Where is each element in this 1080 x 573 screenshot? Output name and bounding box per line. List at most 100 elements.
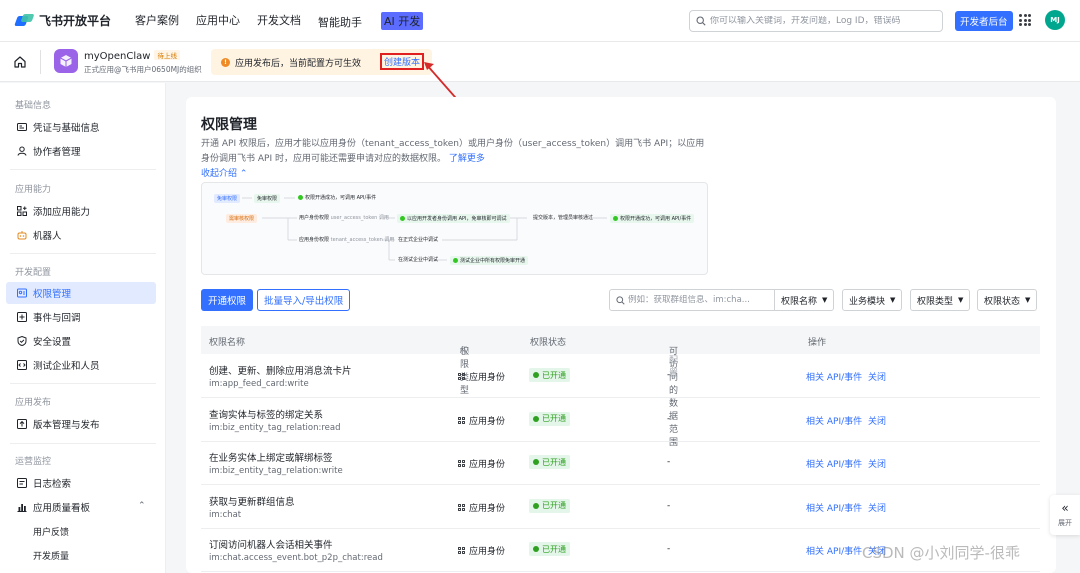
warning-icon: ! bbox=[221, 57, 230, 67]
filter-business-module[interactable]: 业务模块 ▼ bbox=[842, 289, 903, 311]
flow-tag-review: 需审核权限 bbox=[226, 214, 258, 223]
sidebar-item-label: 凭证与基础信息 bbox=[33, 123, 100, 134]
batch-import-export-button[interactable]: 批量导入/导出权限 bbox=[257, 289, 351, 311]
permission-type-text: 应用身份 bbox=[469, 373, 506, 383]
page-description: 开通 API 权限后，应用才能以应用身份（tenant_access_token… bbox=[201, 137, 711, 167]
check-circle-icon bbox=[533, 546, 539, 553]
learn-more-link[interactable]: 了解更多 bbox=[449, 154, 485, 164]
table-row: 在业务实体上绑定或解绑标签 im:biz_entity_tag_relation:… bbox=[201, 441, 1040, 486]
app-grid-icon[interactable] bbox=[1019, 14, 1031, 26]
sidebar-item-logs[interactable]: 日志检索 bbox=[6, 472, 156, 494]
filter-permission-type[interactable]: 权限类型 ▼ bbox=[910, 289, 971, 311]
sidebar-item-collaborators[interactable]: 协作者管理 bbox=[6, 140, 156, 162]
status-text: 已开通 bbox=[542, 544, 566, 554]
table-row: 创建、更新、删除应用消息流卡片 im:app_feed_card:write 应用身… bbox=[201, 354, 1040, 398]
publish-notice: ! 应用发布后，当前配置方可生效 创建版本 bbox=[211, 49, 432, 75]
app-org: 正式应用@飞书用户0650MJ的组织 bbox=[84, 65, 202, 74]
nav-link-assistant[interactable]: 智能助手 AI 开发 bbox=[318, 11, 440, 30]
sidebar-item-credentials[interactable]: 凭证与基础信息 bbox=[6, 116, 156, 138]
nav-link-app-center[interactable]: 应用中心 bbox=[196, 12, 240, 30]
expand-label: 展开 bbox=[1058, 519, 1072, 527]
sidebar-item-permissions[interactable]: 权限管理 bbox=[6, 282, 156, 304]
status-text: 已开通 bbox=[542, 501, 566, 511]
data-scope: - bbox=[667, 544, 671, 555]
sidebar-item-versions[interactable]: 版本管理与发布 bbox=[6, 413, 156, 435]
data-scope: - bbox=[667, 500, 671, 511]
sidebar-item-label: 添加应用能力 bbox=[33, 207, 91, 218]
divider bbox=[40, 50, 41, 74]
home-icon[interactable] bbox=[12, 54, 28, 70]
related-api-link[interactable]: 相关 API/事件 bbox=[806, 457, 862, 470]
nav-links: 客户案例 应用中心 开发文档 智能助手 AI 开发 bbox=[135, 11, 457, 30]
related-api-link[interactable]: 相关 API/事件 bbox=[806, 370, 862, 383]
permission-type: 应用身份 bbox=[458, 414, 505, 427]
flow-app-scope-text: 应用身份权限 bbox=[299, 237, 330, 243]
sidebar-item-bot[interactable]: 机器人 bbox=[6, 224, 156, 246]
flow-submit: 提交版本，管理员审核通过 bbox=[533, 215, 594, 221]
chevron-up-icon[interactable]: ⌃ bbox=[138, 501, 146, 511]
flow-user-scope-text: 用户身份权限 bbox=[299, 215, 330, 221]
flow-user-token: user_access_token 调用 bbox=[330, 215, 389, 221]
related-api-link[interactable]: 相关 API/事件 bbox=[806, 501, 862, 514]
create-version-link[interactable]: 创建版本 bbox=[380, 53, 425, 70]
expand-panel-button[interactable]: « 展开 bbox=[1050, 495, 1080, 535]
sidebar-subitem-dev-quality[interactable]: 开发质量 bbox=[33, 549, 69, 562]
feishu-logo-icon bbox=[14, 13, 35, 28]
global-search[interactable] bbox=[689, 10, 943, 32]
sidebar-subitem-feedback[interactable]: 用户反馈 bbox=[33, 525, 69, 538]
permission-code: im:biz_entity_tag_relation:read bbox=[209, 422, 341, 433]
status-text: 已开通 bbox=[542, 370, 566, 380]
status-badge: 已开通 bbox=[529, 455, 570, 470]
collapse-intro-toggle[interactable]: 收起介绍 ⌃ bbox=[201, 166, 247, 179]
close-permission-link[interactable]: 关闭 bbox=[868, 457, 886, 470]
double-chevron-left-icon: « bbox=[1061, 501, 1069, 515]
app-identity-icon bbox=[458, 460, 465, 468]
permission-search-input[interactable] bbox=[628, 295, 768, 305]
filter-permission-status[interactable]: 权限状态 ▼ bbox=[977, 289, 1038, 311]
nav-link-cases[interactable]: 客户案例 bbox=[135, 12, 179, 30]
filter-permission-name[interactable]: 权限名称 ▼ bbox=[774, 289, 835, 311]
flow-free-result-text: 权限开通成功，可调用 API/事件 bbox=[305, 195, 377, 201]
app-name: myOpenClaw 待上线 bbox=[84, 50, 180, 62]
sidebar-item-quality[interactable]: 应用质量看板 bbox=[6, 496, 156, 518]
avatar[interactable]: MJ bbox=[1045, 10, 1065, 30]
sidebar-item-security[interactable]: 安全设置 bbox=[6, 330, 156, 352]
close-permission-link[interactable]: 关闭 bbox=[868, 370, 886, 383]
sidebar-item-test-enterprise[interactable]: 测试企业和人员 bbox=[6, 354, 156, 376]
table-row: 获取与更新群组信息 im:chat 应用身份 已开通 - 相关 API/事件 关闭 bbox=[201, 485, 1040, 529]
nav-link-docs[interactable]: 开发文档 bbox=[257, 12, 301, 30]
sidebar-item-label: 协作者管理 bbox=[33, 147, 81, 158]
sidebar-item-events[interactable]: 事件与回调 bbox=[6, 306, 156, 328]
flow-user-test-text: 以应用开发者身份调用 API，免审核即可调试 bbox=[407, 216, 507, 222]
related-api-link[interactable]: 相关 API/事件 bbox=[806, 414, 862, 427]
sidebar-item-add-capability[interactable]: 添加应用能力 bbox=[6, 200, 156, 222]
permission-search[interactable] bbox=[609, 289, 775, 311]
status-badge: 已开通 bbox=[529, 368, 570, 382]
sidebar-item-label: 应用质量看板 bbox=[33, 503, 91, 514]
related-api-link[interactable]: 相关 API/事件 bbox=[806, 544, 862, 557]
close-permission-link[interactable]: 关闭 bbox=[868, 414, 886, 427]
permission-type-text: 应用身份 bbox=[469, 416, 506, 427]
chevron-down-icon: ▼ bbox=[822, 296, 828, 304]
flow-result-text: 权限开通成功，可调用 API/事件 bbox=[620, 216, 692, 222]
id-card-icon bbox=[17, 122, 27, 132]
config-link[interactable]: 配置 › bbox=[669, 344, 678, 379]
open-permission-button[interactable]: 开通权限 bbox=[201, 289, 254, 311]
app-cube-icon bbox=[54, 49, 78, 73]
sidebar-item-label: 版本管理与发布 bbox=[33, 420, 100, 431]
logo-text: 飞书开放平台 bbox=[39, 14, 112, 28]
permission-name: 查询实体与标签的绑定关系 bbox=[209, 409, 324, 421]
developer-console-button[interactable]: 开发者后台 bbox=[955, 11, 1013, 31]
sidebar-section-ops: 运营监控 bbox=[15, 457, 52, 467]
page-title: 权限管理 bbox=[201, 117, 257, 133]
test-icon bbox=[17, 360, 27, 370]
permission-name: 在业务实体上绑定或解绑标签 bbox=[209, 453, 333, 465]
divider bbox=[10, 253, 156, 254]
permission-type-text: 应用身份 bbox=[469, 503, 506, 514]
flow-result: 权限开通成功，可调用 API/事件 bbox=[610, 214, 695, 223]
table-header: 权限名称 权限类型 ⓘ 权限状态 可访问的数据范围 配置 › 操作 bbox=[201, 326, 1040, 448]
permission-type-text: 应用身份 bbox=[469, 460, 506, 471]
close-permission-link[interactable]: 关闭 bbox=[868, 501, 886, 514]
global-search-input[interactable] bbox=[710, 16, 935, 26]
platform-logo[interactable]: 飞书开放平台 bbox=[14, 12, 112, 29]
